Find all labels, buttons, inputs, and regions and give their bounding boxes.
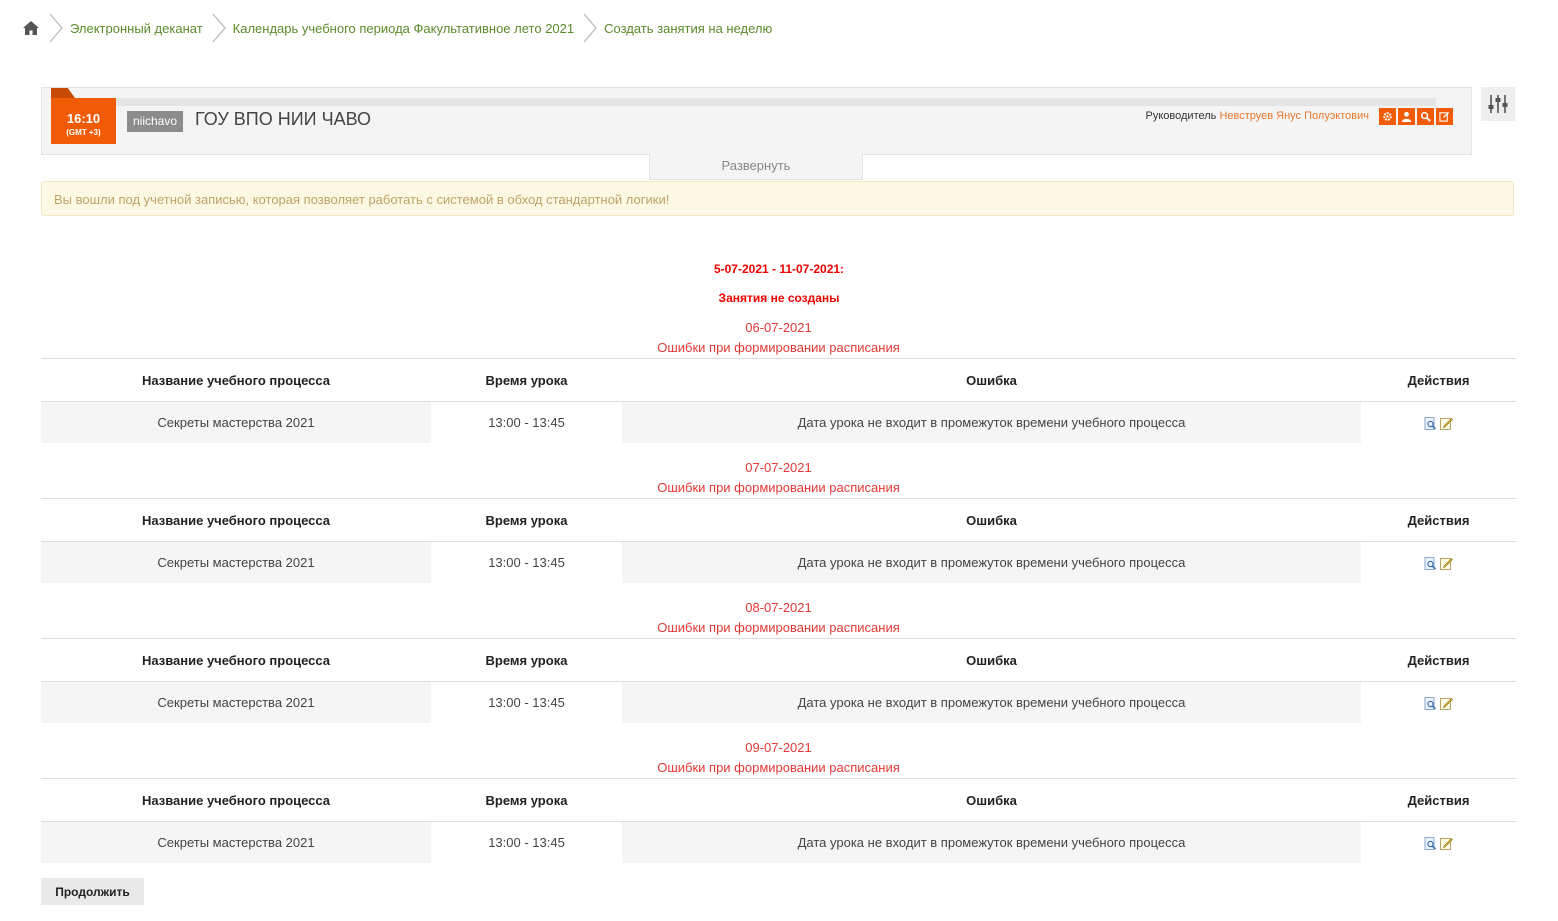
view-icon[interactable] [1424,837,1437,851]
row-actions [1361,821,1516,863]
clock-time: 16:10 [66,111,101,126]
table-row: Секреты мастерства 2021 13:00 - 13:45 Да… [41,401,1516,443]
gear-icon[interactable] [1379,108,1396,125]
col-header-actions: Действия [1361,358,1516,402]
day-error-title: Ошибки при формировании расписания [657,760,900,775]
row-actions [1361,541,1516,583]
table-row: Секреты мастерства 2021 13:00 - 13:45 Да… [41,681,1516,723]
view-icon[interactable] [1424,417,1437,431]
error-text: Дата урока не входит в промежуток времен… [622,541,1361,583]
home-icon[interactable] [22,19,40,37]
col-header-error: Ошибка [622,498,1361,542]
breadcrumb-link-calendar[interactable]: Календарь учебного периода Факультативно… [233,21,574,36]
process-name-link[interactable]: Секреты мастерства 2021 [41,541,431,583]
lesson-time: 13:00 - 13:45 [431,681,622,723]
lesson-time: 13:00 - 13:45 [431,541,622,583]
chevron-right-icon [49,13,63,43]
lesson-time: 13:00 - 13:45 [431,401,622,443]
day-block: 07-07-2021 Ошибки при формировании распи… [41,458,1516,583]
day-block: 09-07-2021 Ошибки при формировании распи… [41,738,1516,863]
errors-table: Название учебного процесса Время урока О… [41,498,1516,583]
user-icon[interactable] [1398,108,1415,125]
col-header-time: Время урока [431,358,622,402]
row-actions [1361,401,1516,443]
error-text: Дата урока не входит в промежуток времен… [622,821,1361,863]
day-date: 07-07-2021 [745,460,812,475]
clock-timezone: (GMT +3) [66,128,101,137]
lesson-time: 13:00 - 13:45 [431,821,622,863]
col-header-name: Название учебного процесса [41,358,431,402]
col-header-name: Название учебного процесса [41,498,431,542]
header-strip [116,98,1436,106]
table-header-row: Название учебного процесса Время урока О… [41,638,1516,682]
warning-alert: Вы вошли под учетной записью, которая по… [41,181,1514,216]
view-icon[interactable] [1424,697,1437,711]
day-date: 09-07-2021 [745,740,812,755]
col-header-error: Ошибка [622,358,1361,402]
col-header-actions: Действия [1361,778,1516,822]
view-icon[interactable] [1424,557,1437,571]
process-name-link[interactable]: Секреты мастерства 2021 [41,821,431,863]
process-name-link[interactable]: Секреты мастерства 2021 [41,401,431,443]
clock: 16:10 (GMT +3) [51,98,116,144]
chevron-right-icon [212,13,226,43]
day-error-title: Ошибки при формировании расписания [657,340,900,355]
sliders-icon[interactable] [1481,87,1515,121]
col-header-error: Ошибка [622,638,1361,682]
expand-button[interactable]: Развернуть [649,153,863,180]
login-badge: niichavo [127,111,184,132]
period-status: Занятия не созданы [718,291,840,305]
process-name-link[interactable]: Секреты мастерства 2021 [41,681,431,723]
col-header-name: Название учебного процесса [41,638,431,682]
day-date: 08-07-2021 [745,600,812,615]
manager-label: Руководитель [1145,110,1217,122]
continue-button[interactable]: Продолжить [41,878,144,905]
edit-icon[interactable] [1440,837,1453,851]
col-header-time: Время урока [431,498,622,542]
table-header-row: Название учебного процесса Время урока О… [41,358,1516,402]
day-error-title: Ошибки при формировании расписания [657,480,900,495]
edit-icon[interactable] [1440,417,1453,431]
error-text: Дата урока не входит в промежуток времен… [622,681,1361,723]
col-header-actions: Действия [1361,498,1516,542]
errors-table: Название учебного процесса Время урока О… [41,778,1516,863]
col-header-time: Время урока [431,638,622,682]
edit-icon[interactable] [1440,557,1453,571]
row-actions [1361,681,1516,723]
table-row: Секреты мастерства 2021 13:00 - 13:45 Да… [41,541,1516,583]
chevron-right-icon [583,13,597,43]
edit-icon[interactable] [1440,697,1453,711]
header-buttons [1379,108,1453,125]
manager-info: Руководитель Невструев Янус Полуэктович [1146,110,1369,122]
breadcrumb-link-create-week[interactable]: Создать занятия на неделю [604,21,772,36]
breadcrumb-link-dean-office[interactable]: Электронный деканат [70,21,203,36]
errors-table: Название учебного процесса Время урока О… [41,358,1516,443]
day-error-title: Ошибки при формировании расписания [657,620,900,635]
col-header-error: Ошибка [622,778,1361,822]
day-block: 06-07-2021 Ошибки при формировании распи… [41,318,1516,443]
day-block: 08-07-2021 Ошибки при формировании распи… [41,598,1516,723]
error-text: Дата урока не входит в промежуток времен… [622,401,1361,443]
edit-icon[interactable] [1436,108,1453,125]
table-header-row: Название учебного процесса Время урока О… [41,498,1516,542]
header-panel: 16:10 (GMT +3) niichavo ГОУ ВПО НИИ ЧАВО… [41,87,1472,155]
col-header-time: Время урока [431,778,622,822]
table-header-row: Название учебного процесса Время урока О… [41,778,1516,822]
errors-table: Название учебного процесса Время урока О… [41,638,1516,723]
clock-tab [51,88,75,98]
table-row: Секреты мастерства 2021 13:00 - 13:45 Да… [41,821,1516,863]
col-header-actions: Действия [1361,638,1516,682]
breadcrumb: Электронный деканат Календарь учебного п… [22,12,772,44]
org-name: ГОУ ВПО НИИ ЧАВО [195,109,372,129]
search-icon[interactable] [1417,108,1434,125]
period-range: 5-07-2021 - 11-07-2021: [713,262,845,276]
manager-name-link[interactable]: Невструев Янус Полуэктович [1219,110,1369,122]
col-header-name: Название учебного процесса [41,778,431,822]
day-date: 06-07-2021 [745,320,812,335]
